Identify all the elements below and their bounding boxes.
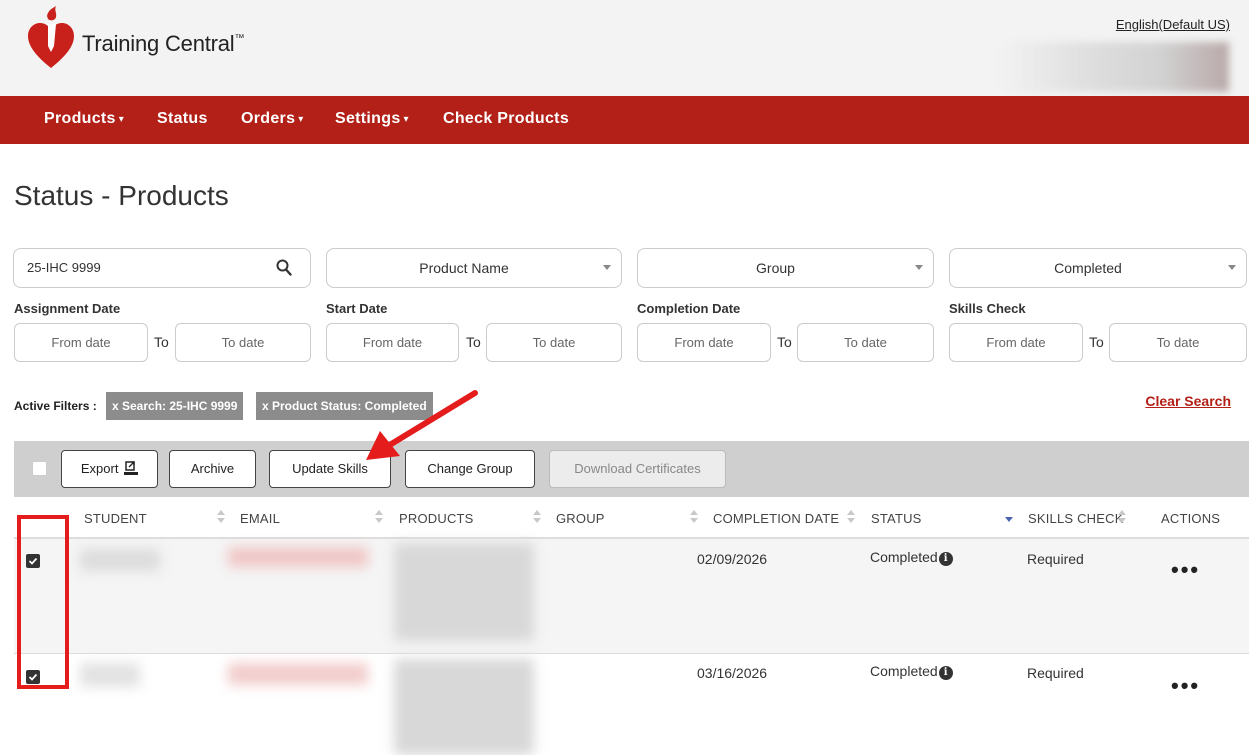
email-blurred[interactable] (228, 663, 368, 685)
skills-check-cell: Required (1027, 551, 1084, 567)
bulk-actions-toolbar: Export Archive Update Skills Change Grou… (14, 441, 1249, 497)
filter-chip-search[interactable]: x Search: 25-IHC 9999 (106, 392, 244, 420)
nav-check-products[interactable]: Check Products (443, 110, 569, 128)
archive-button[interactable]: Archive (169, 450, 256, 488)
sort-icon[interactable] (375, 510, 383, 523)
to-label: To (777, 334, 792, 350)
export-button[interactable]: Export (61, 450, 158, 488)
skills-to-date[interactable]: To date (1109, 323, 1247, 362)
to-label: To (1089, 334, 1104, 350)
col-status[interactable]: STATUS (871, 511, 922, 526)
select-all-checkbox[interactable] (32, 461, 47, 476)
skills-check-label: Skills Check (949, 301, 1026, 316)
assignment-from-date[interactable]: From date (14, 323, 148, 362)
download-certificates-button: Download Certificates (549, 450, 726, 488)
sort-icon[interactable] (847, 510, 855, 523)
search-icon[interactable] (276, 259, 292, 277)
annotation-highlight-box (17, 515, 69, 689)
table-row: 03/16/2026 Completed i Required ••• (14, 655, 1249, 755)
sort-icon[interactable] (690, 510, 698, 523)
completion-from-date[interactable]: From date (637, 323, 771, 362)
student-name-blurred[interactable] (80, 549, 160, 571)
col-student[interactable]: STUDENT (84, 511, 147, 526)
col-completion-date[interactable]: COMPLETION DATE (713, 511, 839, 526)
nav-settings[interactable]: Settings ▾ (335, 110, 409, 128)
col-email[interactable]: EMAIL (240, 511, 280, 526)
info-icon[interactable]: i (938, 552, 953, 566)
col-actions: ACTIONS (1161, 511, 1221, 526)
search-input[interactable]: 25-IHC 9999 (13, 248, 311, 288)
user-profile-blurred[interactable] (999, 42, 1229, 92)
clear-search-link[interactable]: Clear Search (1145, 393, 1231, 409)
table-row: 02/09/2026 Completed i Required ••• (14, 539, 1249, 653)
product-name-select[interactable]: Product Name (326, 248, 622, 288)
app-header: Training Central™ English(Default US) (0, 0, 1249, 96)
row-actions-menu[interactable]: ••• (1171, 673, 1200, 699)
main-nav: Products ▾ Status Orders ▾ Settings ▾ Check… (0, 96, 1249, 144)
col-group[interactable]: GROUP (556, 511, 605, 526)
sort-desc-icon[interactable] (1005, 510, 1013, 523)
status-cell: Completed i (870, 549, 953, 566)
heart-torch-logo (28, 6, 74, 68)
start-from-date[interactable]: From date (326, 323, 459, 362)
language-link[interactable]: English(Default US) (1116, 17, 1230, 32)
dropdown-arrow-icon (1228, 265, 1236, 270)
nav-products[interactable]: Products ▾ (44, 110, 124, 128)
to-label: To (154, 334, 169, 350)
row-actions-menu[interactable]: ••• (1171, 557, 1200, 583)
row-divider (14, 653, 1249, 654)
completion-date: 03/16/2026 (697, 665, 768, 681)
sort-icon[interactable] (533, 510, 541, 523)
nav-orders[interactable]: Orders ▾ (241, 110, 304, 128)
student-name-blurred[interactable] (80, 663, 140, 687)
nav-status[interactable]: Status (157, 110, 208, 128)
start-to-date[interactable]: To date (486, 323, 622, 362)
sort-icon[interactable] (217, 510, 225, 523)
col-skills-check[interactable]: SKILLS CHECK (1028, 511, 1124, 526)
to-label: To (466, 334, 481, 350)
caret-down-icon: ▾ (118, 114, 125, 125)
search-value: 25-IHC 9999 (27, 260, 101, 275)
col-products[interactable]: PRODUCTS (399, 511, 474, 526)
skills-check-cell: Required (1027, 665, 1084, 681)
sort-icon[interactable] (1118, 510, 1126, 523)
export-icon (124, 461, 139, 475)
caret-down-icon: ▾ (298, 114, 304, 125)
status-select[interactable]: Completed (949, 248, 1247, 288)
annotation-arrow (366, 390, 478, 460)
brand-name: Training Central™ (82, 31, 245, 56)
assignment-date-label: Assignment Date (14, 301, 121, 316)
email-blurred[interactable] (228, 547, 368, 567)
status-cell: Completed i (870, 663, 953, 680)
group-select[interactable]: Group (637, 248, 934, 288)
info-icon[interactable]: i (938, 666, 953, 680)
product-blurred[interactable] (394, 543, 534, 641)
active-filters-label: Active Filters : (14, 399, 97, 413)
completion-date-label: Completion Date (637, 301, 741, 316)
dropdown-arrow-icon (915, 265, 923, 270)
page-title: Status - Products (14, 180, 229, 211)
skills-from-date[interactable]: From date (949, 323, 1083, 362)
assignment-to-date[interactable]: To date (175, 323, 311, 362)
caret-down-icon: ▾ (403, 114, 409, 125)
completion-to-date[interactable]: To date (797, 323, 934, 362)
product-blurred[interactable] (394, 659, 534, 755)
dropdown-arrow-icon (603, 265, 611, 270)
start-date-label: Start Date (326, 301, 388, 316)
completion-date: 02/09/2026 (697, 551, 768, 567)
